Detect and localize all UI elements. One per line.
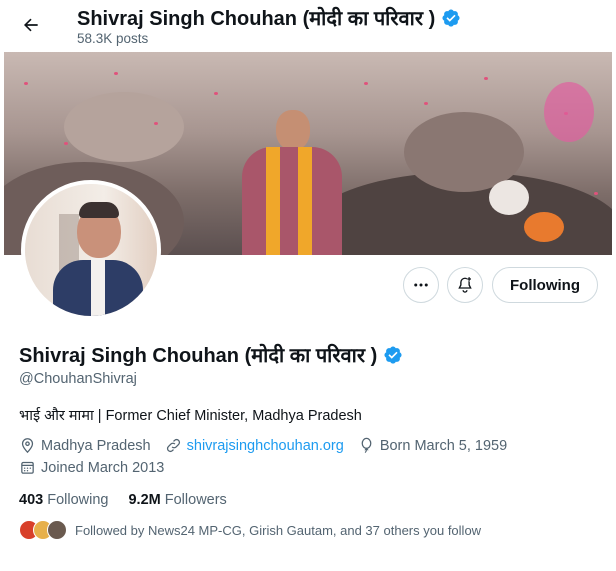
birthday-item: Born March 5, 1959 <box>358 437 507 454</box>
following-count-label: Following <box>47 492 109 508</box>
followed-by-text: Followed by News24 MP-CG, Girish Gautam,… <box>75 522 482 538</box>
follow-counts: 403 Following 9.2M Followers <box>19 492 227 508</box>
profile-meta: Madhya Pradesh shivrajsinghchouhan.org B… <box>19 437 521 454</box>
followers-count-link[interactable]: 9.2M Followers <box>128 492 226 508</box>
following-count: 403 <box>19 492 44 508</box>
avatar <box>47 520 67 540</box>
link-icon <box>166 438 180 453</box>
birthday-text: Born March 5, 1959 <box>379 437 508 454</box>
profile-meta-joined: Joined March 2013 <box>19 459 178 476</box>
verified-badge-icon <box>384 345 402 364</box>
followers-count-label: Followers <box>164 492 227 508</box>
profile-bio: भाई और मामा | Former Chief Minister, Mad… <box>19 408 362 424</box>
bell-plus-icon <box>458 277 472 293</box>
followed-by-row[interactable]: Followed by News24 MP-CG, Girish Gautam,… <box>19 520 481 540</box>
calendar-icon <box>21 461 34 474</box>
verified-badge-icon <box>442 8 460 27</box>
more-options-button[interactable] <box>403 267 439 303</box>
website-item[interactable]: shivrajsinghchouhan.org <box>165 437 344 454</box>
profile-handle: @ChouhanShivraj <box>19 371 137 387</box>
top-bar: Shivraj Singh Chouhan (मोदी का परिवार ) … <box>0 0 616 52</box>
avatar[interactable] <box>21 180 161 320</box>
posts-count: 58.3K posts <box>77 31 149 46</box>
balloon-icon <box>361 437 372 453</box>
arrow-left-icon <box>24 18 38 32</box>
profile-name: Shivraj Singh Chouhan (मोदी का परिवार ) <box>19 341 403 368</box>
following-count-link[interactable]: 403 Following <box>19 492 108 508</box>
joined-item: Joined March 2013 <box>19 459 164 476</box>
followed-by-avatars <box>19 520 67 540</box>
header-title: Shivraj Singh Chouhan (मोदी का परिवार ) <box>77 4 461 31</box>
followers-count: 9.2M <box>128 492 161 508</box>
profile-name-text: Shivraj Singh Chouhan (मोदी का परिवार ) <box>19 345 378 367</box>
back-button[interactable] <box>14 8 48 42</box>
location-pin-icon <box>21 438 34 454</box>
header-title-text: Shivraj Singh Chouhan (मोदी का परिवार ) <box>77 8 436 30</box>
following-button[interactable]: Following <box>492 267 598 303</box>
notifications-button[interactable] <box>447 267 483 303</box>
ellipsis-icon <box>414 283 428 287</box>
location-text: Madhya Pradesh <box>41 437 151 454</box>
joined-text: Joined March 2013 <box>41 459 165 476</box>
website-link[interactable]: shivrajsinghchouhan.org <box>187 438 344 454</box>
location-item: Madhya Pradesh <box>19 437 151 454</box>
